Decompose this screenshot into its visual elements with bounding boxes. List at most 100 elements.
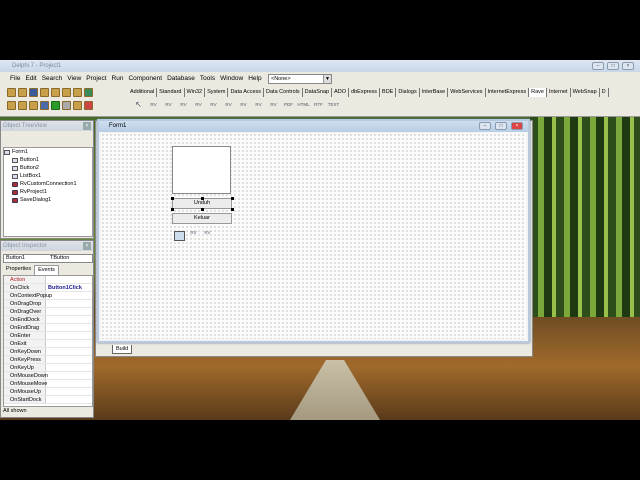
tree-item[interactable]: RvProject1 — [4, 188, 92, 196]
event-row[interactable]: OnDragOver — [4, 308, 92, 316]
event-handler[interactable] — [46, 316, 92, 323]
selection-handle[interactable] — [201, 197, 204, 200]
event-handler[interactable] — [46, 372, 92, 379]
event-row[interactable]: OnKeyUp — [4, 364, 92, 372]
event-handler[interactable] — [46, 388, 92, 395]
event-row[interactable]: OnDragDrop — [4, 300, 92, 308]
menu-search[interactable]: Search — [42, 73, 63, 85]
palette-tab[interactable]: WebSnap — [571, 88, 600, 97]
open-project-icon[interactable] — [51, 88, 60, 97]
pdf-render-icon[interactable]: PDF — [282, 102, 295, 113]
tree-item[interactable]: Button1 — [4, 156, 92, 164]
event-handler[interactable] — [46, 364, 92, 371]
rv-component-icon[interactable]: RV — [162, 102, 175, 113]
tab-properties[interactable]: Properties — [3, 265, 34, 275]
trace-into-icon[interactable] — [73, 101, 82, 110]
menu-project[interactable]: Project — [86, 73, 106, 85]
menu-view[interactable]: View — [67, 73, 81, 85]
palette-tab[interactable]: Win32 — [185, 88, 206, 97]
rv-project-icon[interactable]: RV — [202, 230, 213, 240]
event-row[interactable]: OnEndDrag — [4, 324, 92, 332]
palette-tab[interactable]: Data Controls — [264, 88, 303, 97]
selection-handle[interactable] — [171, 197, 174, 200]
toggle-form-icon[interactable] — [29, 101, 38, 110]
html-render-icon[interactable]: HTML — [297, 102, 310, 113]
palette-tab[interactable]: Data Access — [228, 88, 265, 97]
event-handler[interactable] — [46, 292, 92, 299]
pause-icon[interactable] — [62, 101, 71, 110]
rv-component-icon[interactable]: RV — [267, 102, 280, 113]
pointer-icon[interactable]: ↖ — [132, 100, 145, 113]
menu-file[interactable]: File — [10, 73, 20, 85]
menu-window[interactable]: Window — [220, 73, 243, 85]
event-row[interactable]: OnMouseDown — [4, 372, 92, 380]
object-selector[interactable]: Button1 TButton — [3, 254, 93, 263]
event-row[interactable]: OnMouseMove — [4, 380, 92, 388]
save-all-icon[interactable] — [40, 88, 49, 97]
event-handler[interactable] — [46, 308, 92, 315]
tree-item[interactable]: Form1 — [4, 148, 92, 156]
palette-tab[interactable]: InterBase — [420, 88, 449, 97]
rv-component-icon[interactable]: RV — [177, 102, 190, 113]
view-unit-icon[interactable] — [7, 101, 16, 110]
event-row[interactable]: OnKeyDown — [4, 348, 92, 356]
remove-file-icon[interactable] — [73, 88, 82, 97]
run-icon[interactable] — [51, 101, 60, 110]
selection-handle[interactable] — [231, 197, 234, 200]
rv-component-icon[interactable]: RV — [147, 102, 160, 113]
selection-handle[interactable] — [171, 208, 174, 211]
form-canvas[interactable]: Unduh Keluar RV RV — [101, 133, 526, 339]
event-handler[interactable] — [46, 348, 92, 355]
view-form-icon[interactable] — [18, 101, 27, 110]
tree-item[interactable]: ListBox1 — [4, 172, 92, 180]
event-row[interactable]: OnKeyPress — [4, 356, 92, 364]
tab-build[interactable]: Build — [112, 345, 133, 354]
rv-component-icon[interactable]: RV — [192, 102, 205, 113]
palette-tab[interactable]: Additional — [128, 88, 158, 97]
help-icon[interactable] — [84, 88, 93, 97]
event-handler[interactable] — [46, 300, 92, 307]
palette-tab[interactable]: Standard — [157, 88, 185, 97]
tab-events[interactable]: Events — [34, 265, 59, 275]
menu-help[interactable]: Help — [248, 73, 261, 85]
rv-component-icon[interactable]: RV — [252, 102, 265, 113]
palette-tab[interactable]: dbExpress — [349, 88, 381, 97]
menu-component[interactable]: Component — [128, 73, 162, 85]
event-handler[interactable] — [46, 396, 92, 403]
step-over-icon[interactable] — [84, 101, 93, 110]
minimize-button[interactable]: – — [592, 62, 604, 70]
add-file-icon[interactable] — [62, 88, 71, 97]
palette-tab-rave[interactable]: Rave — [529, 88, 547, 97]
event-row[interactable]: OnEnter — [4, 332, 92, 340]
palette-tab[interactable]: System — [205, 88, 229, 97]
event-row[interactable]: OnExit — [4, 340, 92, 348]
selection-handle[interactable] — [231, 208, 234, 211]
rtf-render-icon[interactable]: RTF — [312, 102, 325, 113]
rv-component-icon[interactable]: RV — [207, 102, 220, 113]
close-icon[interactable]: × — [83, 242, 91, 250]
maximize-button[interactable]: □ — [607, 62, 619, 70]
menu-tools[interactable]: Tools — [200, 73, 215, 85]
menu-edit[interactable]: Edit — [25, 73, 36, 85]
new-icon[interactable] — [7, 88, 16, 97]
rv-component-icon[interactable]: RV — [222, 102, 235, 113]
event-handler[interactable] — [46, 340, 92, 347]
close-button[interactable]: × — [622, 62, 634, 70]
palette-tab[interactable]: Internet — [547, 88, 571, 97]
palette-tab[interactable]: WebServices — [448, 88, 486, 97]
palette-tab[interactable]: D — [600, 88, 609, 97]
event-handler[interactable] — [46, 356, 92, 363]
form-minimize-button[interactable]: – — [479, 122, 491, 130]
rv-connection-icon[interactable]: RV — [188, 230, 199, 240]
event-handler[interactable] — [46, 324, 92, 331]
tree-item[interactable]: Button2 — [4, 164, 92, 172]
form-close-button[interactable]: × — [511, 122, 523, 130]
tree-item[interactable]: RvCustomConnection1 — [4, 180, 92, 188]
listbox1[interactable] — [172, 146, 231, 194]
event-row[interactable]: OnContextPopup — [4, 292, 92, 300]
palette-tab[interactable]: BDE — [380, 88, 397, 97]
event-row[interactable]: OnStartDock — [4, 396, 92, 404]
palette-tab[interactable]: DataSnap — [303, 88, 333, 97]
new-form-icon[interactable] — [40, 101, 49, 110]
menu-database[interactable]: Database — [167, 73, 195, 85]
